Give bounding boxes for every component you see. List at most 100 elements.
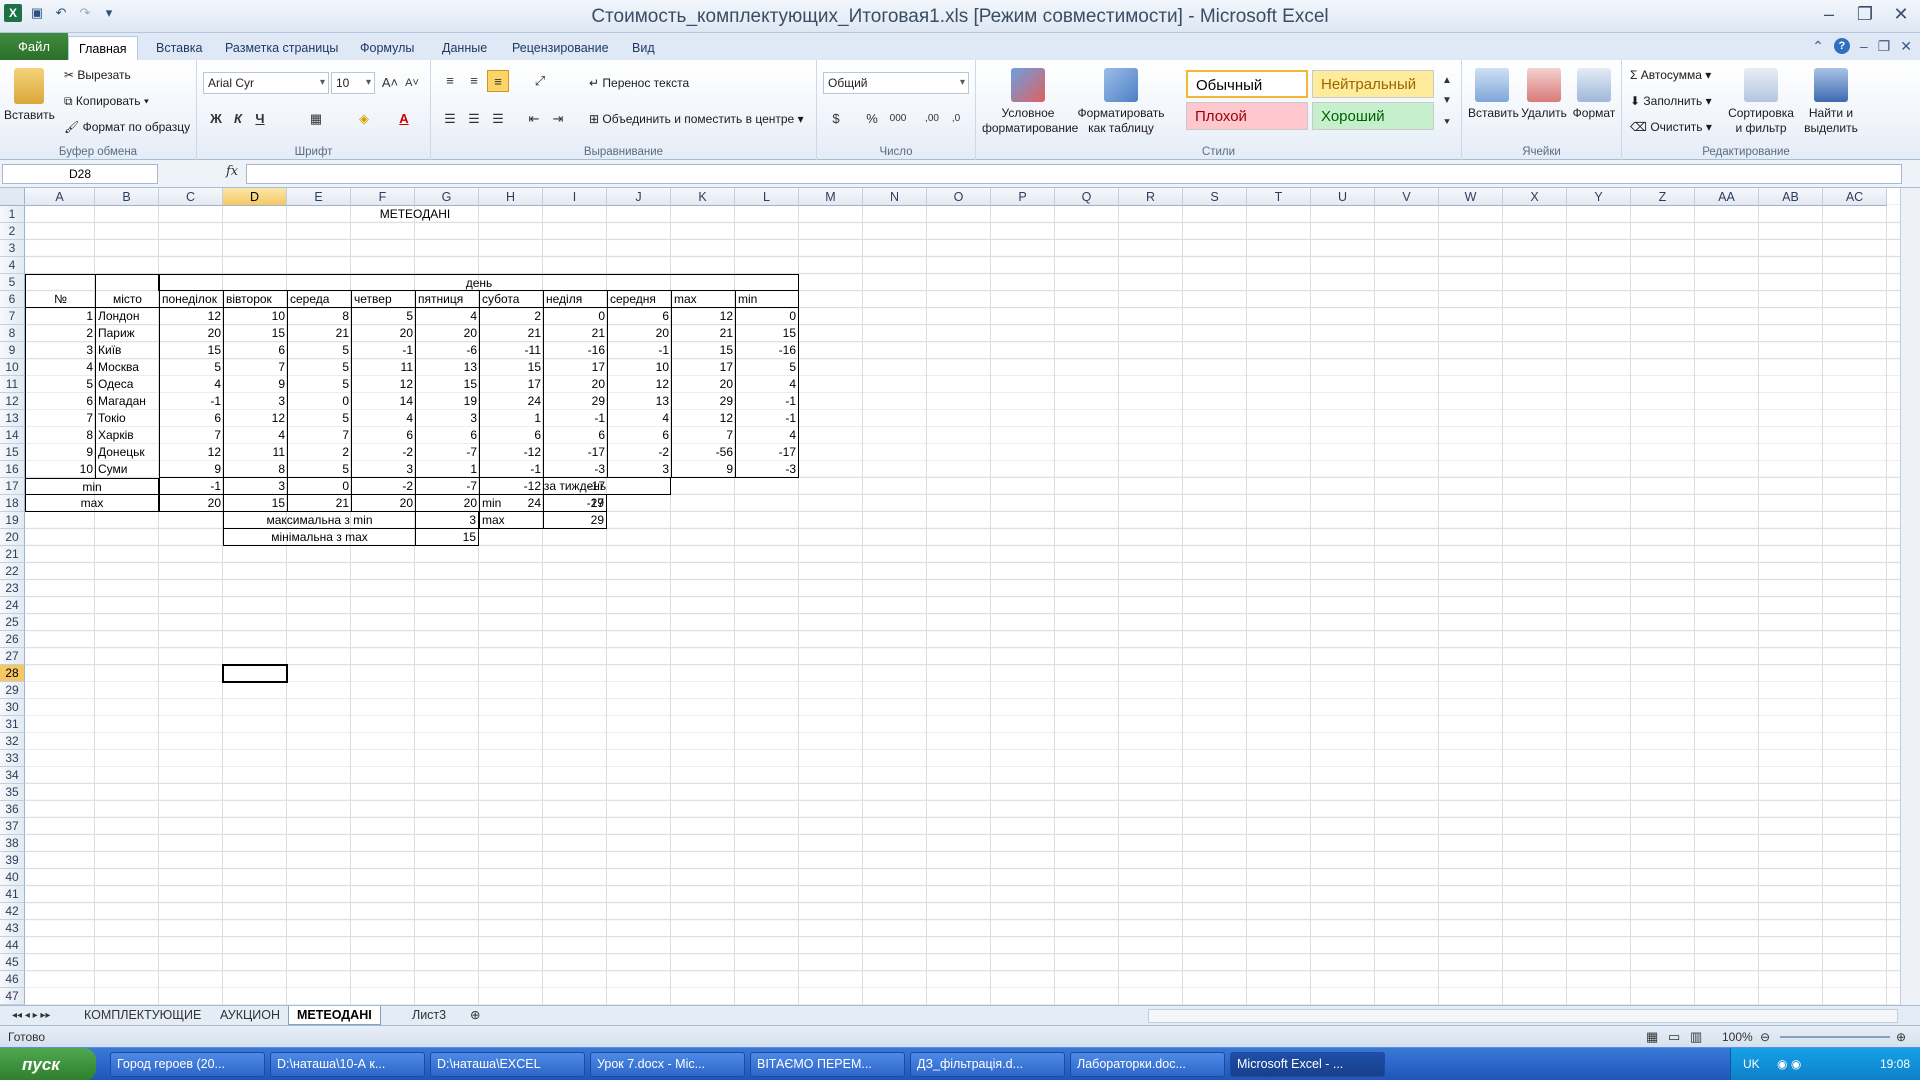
temp-value[interactable]: 29 — [671, 393, 735, 410]
redo-icon[interactable]: ↷ — [76, 4, 94, 22]
row-number[interactable]: 4 — [25, 359, 95, 376]
row-header-37[interactable]: 37 — [0, 818, 25, 835]
temp-value[interactable]: 21 — [671, 325, 735, 342]
temp-value[interactable]: 12 — [159, 308, 223, 325]
styles-scroll-up-icon[interactable]: ▲ — [1436, 70, 1458, 92]
temp-value[interactable]: 11 — [351, 359, 415, 376]
temp-value[interactable]: 8 — [287, 308, 351, 325]
borders-icon[interactable]: ▦ — [305, 108, 327, 130]
style-bad[interactable]: Плохой — [1186, 102, 1308, 130]
temp-value[interactable]: 6 — [543, 427, 607, 444]
start-button[interactable]: пуск — [0, 1048, 96, 1080]
column-header-ac[interactable]: AC — [1823, 188, 1887, 206]
temp-value[interactable]: 1 — [479, 410, 543, 427]
delete-cells-button[interactable]: Удалить — [1520, 68, 1568, 120]
row-number[interactable]: 2 — [25, 325, 95, 342]
temp-value[interactable]: 6 — [607, 427, 671, 444]
sort-filter-button[interactable]: Сортировка и фильтр — [1726, 68, 1796, 136]
temp-value[interactable]: 12 — [671, 410, 735, 427]
merge-center-button[interactable]: ⊞ Объединить и поместить в центре ▾ — [589, 112, 804, 126]
wrap-text-button[interactable]: ↵ Перенос текста — [589, 76, 689, 90]
column-header-f[interactable]: F — [351, 188, 415, 206]
temp-value[interactable]: 20 — [159, 325, 223, 342]
temp-value[interactable]: 8 — [223, 461, 287, 478]
max-row-label[interactable]: max — [25, 495, 159, 512]
style-neutral[interactable]: Нейтральный — [1312, 70, 1434, 98]
temp-value[interactable]: -2 — [351, 444, 415, 461]
day-col-header[interactable]: пятниця — [415, 291, 479, 308]
italic-button[interactable]: К — [227, 108, 249, 130]
day-header[interactable]: день — [159, 274, 799, 291]
align-top-icon[interactable]: ≡ — [439, 70, 461, 92]
column-header-b[interactable]: B — [95, 188, 159, 206]
temp-value[interactable]: 4 — [223, 427, 287, 444]
temp-value[interactable]: 2 — [479, 308, 543, 325]
align-middle-icon[interactable]: ≡ — [463, 70, 485, 92]
max-value[interactable]: 20 — [159, 495, 223, 512]
temp-value[interactable]: 4 — [735, 427, 799, 444]
format-cells-button[interactable]: Формат — [1570, 68, 1618, 120]
conditional-formatting-button[interactable]: Условное форматирование — [982, 68, 1078, 136]
temp-value[interactable]: -1 — [735, 393, 799, 410]
row-header-26[interactable]: 26 — [0, 631, 25, 648]
excel-logo-icon[interactable]: X — [4, 4, 22, 22]
bold-button[interactable]: Ж — [205, 108, 227, 130]
column-header-o[interactable]: O — [927, 188, 991, 206]
min-value[interactable]: 3 — [223, 478, 287, 495]
column-header-w[interactable]: W — [1439, 188, 1503, 206]
copy-button[interactable]: ⧉ Копировать ▾ — [64, 94, 149, 109]
align-bottom-icon[interactable]: ≡ — [487, 70, 509, 92]
temp-value[interactable]: -17 — [735, 444, 799, 461]
temp-value[interactable]: 4 — [735, 376, 799, 393]
align-right-icon[interactable]: ☰ — [487, 108, 509, 130]
language-indicator[interactable]: UK — [1743, 1057, 1760, 1071]
column-header-l[interactable]: L — [735, 188, 799, 206]
tab-file[interactable]: Файл — [0, 33, 68, 60]
day-col-header[interactable]: min — [735, 291, 799, 308]
fill-color-icon[interactable]: ◈ — [353, 108, 375, 130]
temp-value[interactable]: 12 — [159, 444, 223, 461]
row-header-36[interactable]: 36 — [0, 801, 25, 818]
currency-icon[interactable]: $ — [825, 108, 847, 130]
temp-value[interactable]: 12 — [671, 308, 735, 325]
temp-value[interactable]: 11 — [223, 444, 287, 461]
temp-value[interactable]: 19 — [415, 393, 479, 410]
min-of-max-label[interactable]: мінімальна з max — [223, 529, 415, 546]
save-icon[interactable]: ▣ — [28, 4, 46, 22]
column-header-v[interactable]: V — [1375, 188, 1439, 206]
row-header-8[interactable]: 8 — [0, 325, 25, 342]
zoom-out-icon[interactable]: ⊖ — [1760, 1026, 1770, 1048]
sheet-tab-list3[interactable]: Лист3 — [404, 1006, 454, 1025]
vertical-scrollbar[interactable] — [1900, 188, 1920, 1005]
taskbar-item[interactable]: ДЗ_фільтрація.d... — [910, 1052, 1065, 1077]
row-header-44[interactable]: 44 — [0, 937, 25, 954]
temp-value[interactable]: 15 — [735, 325, 799, 342]
temp-value[interactable]: 3 — [223, 393, 287, 410]
row-header-42[interactable]: 42 — [0, 903, 25, 920]
wb-restore-icon[interactable]: ❐ — [1878, 38, 1891, 55]
insert-cells-button[interactable]: Вставить — [1468, 68, 1519, 120]
temp-value[interactable]: 4 — [607, 410, 671, 427]
week-label[interactable]: за тиждень — [479, 478, 671, 495]
column-header-e[interactable]: E — [287, 188, 351, 206]
row-header-31[interactable]: 31 — [0, 716, 25, 733]
temp-value[interactable]: -2 — [607, 444, 671, 461]
min-of-max-value[interactable]: 15 — [415, 529, 479, 546]
restore-icon[interactable]: ❐ — [1852, 4, 1878, 26]
tray-icons[interactable]: ◉ ◉ — [1777, 1057, 1801, 1071]
sheet-tab-komplektuyushchie[interactable]: КОМПЛЕКТУЮЩИЕ — [76, 1006, 209, 1025]
row-number[interactable]: 8 — [25, 427, 95, 444]
temp-value[interactable]: 4 — [351, 410, 415, 427]
num-header[interactable]: № — [25, 291, 95, 308]
sheet-title[interactable]: МЕТЕОДАНІ — [351, 206, 479, 223]
row-header-27[interactable]: 27 — [0, 648, 25, 665]
temp-value[interactable]: 3 — [607, 461, 671, 478]
row-header-5[interactable]: 5 — [0, 274, 25, 291]
temp-value[interactable]: 15 — [671, 342, 735, 359]
fx-icon[interactable]: fx — [226, 164, 238, 179]
style-normal[interactable]: Обычный — [1186, 70, 1308, 98]
temp-value[interactable]: 0 — [287, 393, 351, 410]
formula-input[interactable] — [246, 164, 1902, 184]
temp-value[interactable]: 5 — [287, 461, 351, 478]
row-header-19[interactable]: 19 — [0, 512, 25, 529]
